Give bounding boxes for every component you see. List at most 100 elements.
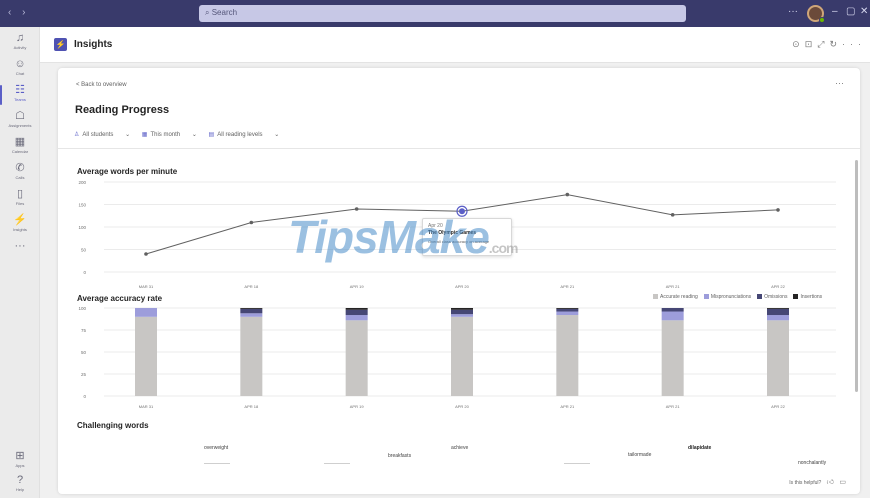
legend-label: Mispronunciations [710,294,752,300]
rail-item-help[interactable]: ? Help [0,473,40,498]
bell-icon: ♫ [15,32,25,44]
reload-icon[interactable]: ↻ [829,39,842,49]
book-icon: ▤ [208,132,215,138]
maximize-button[interactable]: ▢ [846,6,855,17]
rail-item-chat[interactable]: ☺ Chat [0,57,40,83]
more-icon[interactable]: ··· [842,39,866,49]
x-tick-label: APR 19 [350,284,365,289]
calendar-icon: ▦ [141,132,148,138]
page-title: Reading Progress [75,104,170,116]
reading-level-filter[interactable]: ▤ All reading levels ⌄ [209,132,280,138]
people-icon: ♙ [74,132,80,138]
insights-icon: ⚡ [13,214,27,226]
report-card: < Back to overview ··· Reading Progress … [58,68,860,494]
legend-item[interactable]: Insertions [793,294,822,300]
bar-segment [451,316,473,396]
bar-segment [451,308,473,310]
header-actions[interactable]: ⊙⊡⤢↻··· [792,39,866,50]
wpm-chart-title: Average words per minute [77,167,178,176]
challenging-word[interactable]: nonchalantly [798,460,826,466]
card-more-button[interactable]: ··· [835,78,844,88]
comment-icon[interactable]: ▭ [839,479,846,486]
bar-segment [556,308,579,312]
more-options-button[interactable]: ··· [788,6,798,17]
thumbs-up-icon[interactable]: 👍︎ [827,479,834,486]
date-filter-label: This month [150,132,181,138]
bar-segment [451,314,473,317]
legend-label: Insertions [800,294,823,300]
bar-segment [556,315,579,396]
x-tick-label: APR 18 [244,404,259,409]
rail-item-label: Calls [15,175,25,180]
rail-item-label: Calendar [11,149,29,154]
y-tick-label: 50 [81,248,87,253]
y-tick-label: 50 [81,350,87,355]
y-tick-label: 25 [81,372,87,377]
reading-level-filter-label: All reading levels [217,132,263,138]
open-icon[interactable]: ⊡ [805,39,818,49]
back-to-overview-link[interactable]: < Back to overview [76,82,127,88]
bar-segment [556,308,579,309]
y-tick-label: 0 [83,394,86,399]
bar-segment [345,308,368,310]
rail-item-label: Insights [13,227,27,232]
challenging-word[interactable]: breakfasts [388,453,411,459]
filter-bar: ♙ All students ⌄ ▦ This month ⌄ ▤ All readi… [74,131,289,138]
close-button[interactable]: ✕ [860,6,868,17]
presence-indicator [819,17,825,23]
rail-item-apps[interactable]: ⊞ Apps [0,449,40,475]
rail-item-label: Apps [15,463,25,468]
legend-item[interactable]: Accurate reading [653,294,698,300]
rail-item-label: Help [15,487,25,492]
watermark-suffix: .com [488,240,519,256]
rail-item-assignments[interactable]: ☖ Assignments [0,109,40,135]
x-tick-label: MAR 31 [139,404,154,409]
refresh-icon[interactable]: ⊙ [792,39,805,49]
x-tick-label: APR 22 [771,404,786,409]
x-tick-label: APR 20 [455,284,470,289]
y-tick-label: 75 [81,328,87,333]
bar-segment [767,315,789,321]
legend-item[interactable]: Omissions [757,294,787,300]
y-tick-label: 150 [78,203,86,208]
challenging-word[interactable]: achieve [451,445,468,451]
minimize-button[interactable]: – [832,6,838,17]
legend-item[interactable]: Mispronunciations [703,294,752,300]
search-icon: ⌕ [205,8,212,17]
rail-item-label: Assignments [8,123,32,128]
rail-item-teams[interactable]: ☷ Teams [0,83,40,109]
nav-arrows[interactable]: ‹ › [8,7,29,18]
app-title: Insights [74,39,113,50]
rail-item-files[interactable]: ▯ Files [0,187,40,213]
legend-swatch [703,294,709,299]
bar-segment [345,320,368,396]
rail-item-calls[interactable]: ✆ Calls [0,161,40,187]
word-underline [204,463,230,464]
feedback-prompt: Is this helpful? 👍︎ ▭ [789,477,846,486]
legend-swatch [793,294,799,299]
title-bar: ‹ › ⌕ Search ··· – ▢ ✕ [0,0,870,27]
search-input[interactable]: ⌕ Search [199,5,686,22]
rail-item-insights[interactable]: ⚡ Insights [0,213,40,239]
bar-segment [451,309,473,315]
rail-item-activity[interactable]: ♫ Activity [0,31,40,57]
data-point [776,208,780,212]
rail-item-calendar[interactable]: ▦ Calendar [0,135,40,161]
rail-item-more[interactable]: ··· [0,239,40,265]
divider [58,148,860,149]
accuracy-chart-title: Average accuracy rate [77,294,163,303]
date-filter[interactable]: ▦ This month ⌄ [142,132,197,138]
bar-segment [661,311,684,321]
help-icon: ? [16,474,24,486]
students-filter[interactable]: ♙ All students ⌄ [74,132,130,138]
bar-segment [345,315,368,321]
challenging-word[interactable]: tailormade [628,452,651,458]
x-tick-label: APR 21 [666,404,681,409]
challenging-word[interactable]: dilapidate [688,445,711,451]
apps-icon: ⊞ [15,450,25,462]
expand-icon[interactable]: ⤢ [817,39,829,49]
y-tick-label: 100 [78,225,86,230]
legend-label: Omissions [764,294,788,300]
x-tick-label: MAR 31 [139,284,154,289]
challenging-word[interactable]: overweight [204,445,228,451]
